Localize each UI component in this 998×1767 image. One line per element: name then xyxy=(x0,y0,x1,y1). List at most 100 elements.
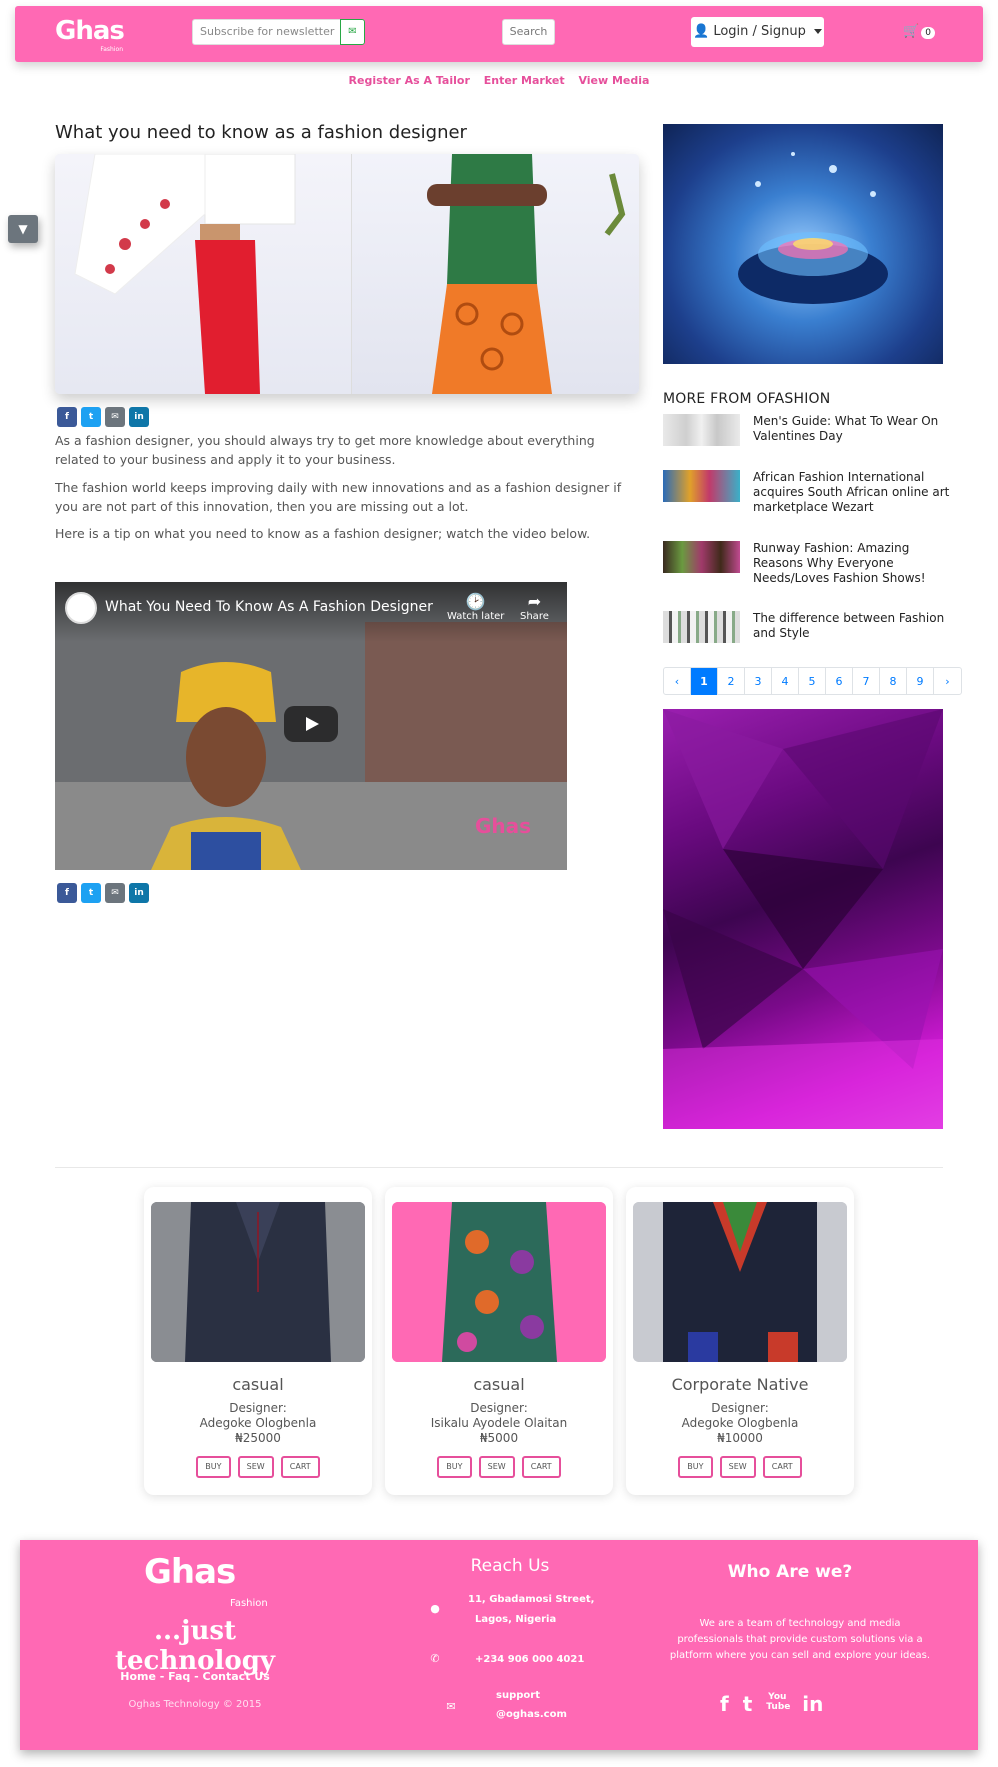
view-media-link[interactable]: View Media xyxy=(578,74,649,87)
facebook-share-button[interactable]: f xyxy=(57,883,77,903)
watch-later-label: Watch later xyxy=(447,611,505,622)
product-image xyxy=(392,1202,606,1362)
product-card[interactable]: Corporate Native Designer: Adegoke Ologb… xyxy=(626,1187,854,1495)
product-name[interactable]: Corporate Native xyxy=(626,1375,854,1394)
address-line-1: 11, Gbadamosi Street, xyxy=(468,1594,595,1605)
phone-number: +234 906 000 4021 xyxy=(475,1654,585,1665)
facebook-share-button[interactable]: f xyxy=(57,407,77,427)
model-red-trousers-illustration xyxy=(74,154,296,394)
purple-polygon-pattern xyxy=(663,709,943,1129)
sidebar-ad-water-drop[interactable] xyxy=(663,124,943,364)
sidebar-ad-purple[interactable] xyxy=(663,709,943,1129)
logo-text: Ghas xyxy=(55,16,125,46)
twitter-share-button[interactable]: t xyxy=(81,407,101,427)
channel-avatar[interactable] xyxy=(65,592,97,624)
login-signup-dropdown[interactable]: 👤 Login / Signup xyxy=(691,17,824,47)
designer-label: Designer: xyxy=(470,1401,528,1415)
facebook-icon[interactable]: f xyxy=(720,1692,729,1716)
cart-button[interactable]: 🛒 0 xyxy=(903,24,935,39)
video-title[interactable]: What You Need To Know As A Fashion Desig… xyxy=(105,599,433,615)
sew-button[interactable]: SEW xyxy=(237,1456,274,1478)
product-price: ₦25000 xyxy=(235,1431,281,1445)
enter-market-link[interactable]: Enter Market xyxy=(484,74,565,87)
address-line-2: Lagos, Nigeria xyxy=(475,1614,557,1625)
twitter-share-button[interactable]: t xyxy=(81,883,101,903)
pagination-page[interactable]: 5 xyxy=(799,668,826,695)
product-card[interactable]: casual Designer: Isikalu Ayodele Olaitan… xyxy=(385,1187,613,1495)
who-are-we-text: We are a team of technology and media pr… xyxy=(669,1618,931,1661)
sew-button[interactable]: SEW xyxy=(478,1456,515,1478)
product-name[interactable]: casual xyxy=(385,1375,613,1394)
more-article-item[interactable]: Runway Fashion: Amazing Reasons Why Ever… xyxy=(663,541,955,589)
twitter-icon[interactable]: t xyxy=(743,1692,753,1716)
email-share-button[interactable]: ✉ xyxy=(105,407,125,427)
linkedin-share-button[interactable]: in xyxy=(129,407,149,427)
sew-button[interactable]: SEW xyxy=(719,1456,756,1478)
product-card[interactable]: casual Designer: Adegoke Ologbenla ₦2500… xyxy=(144,1187,372,1495)
more-article-title[interactable]: Runway Fashion: Amazing Reasons Why Ever… xyxy=(753,541,953,586)
youtube-icon[interactable]: You Tube xyxy=(766,1692,790,1716)
more-article-title[interactable]: African Fashion International acquires S… xyxy=(753,470,953,515)
article-title: What you need to know as a fashion desig… xyxy=(55,122,467,143)
cart-add-button[interactable]: CART xyxy=(762,1456,802,1478)
navy-kaftan-illustration xyxy=(151,1202,365,1362)
buy-button[interactable]: BUY xyxy=(678,1456,713,1478)
watch-later-button[interactable]: 🕑 Watch later xyxy=(447,592,504,622)
pagination-page[interactable]: 1 xyxy=(691,668,718,695)
more-article-title[interactable]: The difference between Fashion and Style xyxy=(753,611,953,641)
video-background-wall xyxy=(365,622,567,802)
footer-links[interactable]: Home - Faq - Contact Us xyxy=(80,1670,310,1683)
video-share-button[interactable]: ➦ Share xyxy=(520,592,549,622)
register-tailor-link[interactable]: Register As A Tailor xyxy=(349,74,470,87)
more-article-item[interactable]: The difference between Fashion and Style xyxy=(663,611,955,659)
pagination-page[interactable]: 9 xyxy=(907,668,934,695)
pagination-next[interactable]: › xyxy=(934,668,961,695)
email-line-1: support xyxy=(496,1690,540,1701)
footer-logo[interactable]: Ghas Fashion xyxy=(144,1552,268,1612)
buy-button[interactable]: BUY xyxy=(437,1456,472,1478)
designer-name: Adegoke Ologbenla xyxy=(681,1416,799,1430)
linkedin-icon[interactable]: in xyxy=(802,1692,823,1716)
more-article-item[interactable]: Men's Guide: What To Wear On Valentines … xyxy=(663,414,955,462)
pagination-page[interactable]: 6 xyxy=(826,668,853,695)
pagination-prev[interactable]: ‹ xyxy=(664,668,691,695)
newsletter-submit-button[interactable]: ✉ xyxy=(340,19,365,45)
email-share-button[interactable]: ✉ xyxy=(105,883,125,903)
product-image xyxy=(151,1202,365,1362)
more-article-thumbnail xyxy=(663,414,740,446)
designer-label: Designer: xyxy=(711,1401,769,1415)
hero-left-photo xyxy=(55,154,351,394)
more-article-thumbnail xyxy=(663,541,740,573)
product-name[interactable]: casual xyxy=(144,1375,372,1394)
caret-down-icon xyxy=(814,29,823,34)
buy-button[interactable]: BUY xyxy=(196,1456,231,1478)
filter-button[interactable]: ▼ xyxy=(8,215,38,243)
play-button[interactable] xyxy=(284,706,338,742)
sidebar-pagination: ‹ 1 2 3 4 5 6 7 8 9 › xyxy=(663,667,962,695)
search-button[interactable]: Search xyxy=(502,19,555,45)
pagination-page[interactable]: 3 xyxy=(745,668,772,695)
product-price: ₦10000 xyxy=(717,1431,763,1445)
youtube-video-embed[interactable]: What You Need To Know As A Fashion Desig… xyxy=(55,582,567,870)
more-article-item[interactable]: African Fashion International acquires S… xyxy=(663,470,955,518)
designer-label: Designer: xyxy=(229,1401,287,1415)
pagination-page[interactable]: 8 xyxy=(880,668,907,695)
pagination-page[interactable]: 7 xyxy=(853,668,880,695)
article-hero-image xyxy=(55,154,639,394)
product-actions: BUY SEW CART xyxy=(626,1454,854,1478)
video-watermark: Ghas xyxy=(475,814,532,838)
cart-add-button[interactable]: CART xyxy=(280,1456,320,1478)
pagination-page[interactable]: 2 xyxy=(718,668,745,695)
more-article-title[interactable]: Men's Guide: What To Wear On Valentines … xyxy=(753,414,953,444)
login-label: Login / Signup xyxy=(713,24,806,39)
article-paragraph: As a fashion designer, you should always… xyxy=(55,433,595,467)
pagination-page[interactable]: 4 xyxy=(772,668,799,695)
site-logo[interactable]: Ghas Fashion xyxy=(55,16,125,56)
secondary-nav: Register As A Tailor Enter Market View M… xyxy=(0,74,998,87)
linkedin-share-button[interactable]: in xyxy=(129,883,149,903)
cart-count-badge: 0 xyxy=(921,27,935,39)
user-icon: 👤 xyxy=(692,24,710,39)
cart-add-button[interactable]: CART xyxy=(521,1456,561,1478)
section-divider xyxy=(55,1167,943,1168)
envelope-icon: ✉ xyxy=(446,1700,456,1713)
